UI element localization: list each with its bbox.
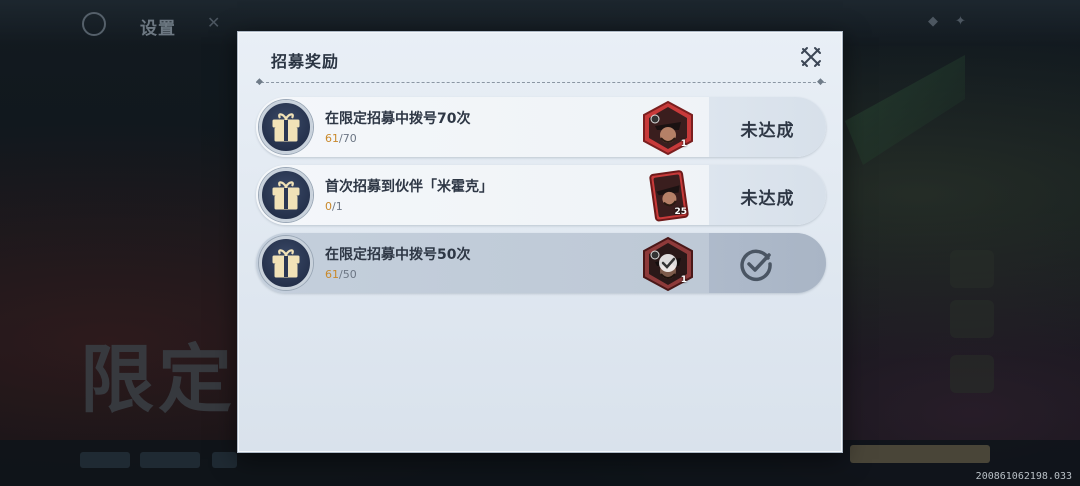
gift-box-icon [259,236,313,290]
reward-count: 1 [680,139,687,149]
background-banner-text: 限定 [80,337,236,423]
task-title: 首次招募到伙伴「米霍克」 [325,179,493,195]
claim-status-button[interactable]: 未达成 [709,165,826,225]
reward-item[interactable]: 1 [641,100,695,156]
task-row: 首次招募到伙伴「米霍克」 0/1 25 未达成 [256,165,826,225]
background-bottom-item [212,452,237,468]
task-progress: 0/1 [325,200,343,213]
background-side-button [950,355,994,393]
version-text: 200861062198.033 [975,471,1072,482]
crossed-swords-icon [801,47,821,67]
task-row: 在限定招募中拨号50次 61/50 1 [256,233,826,293]
progress-current: 61 [325,132,339,145]
background-bottom-item [80,452,130,468]
reward-item[interactable]: 1 [641,236,695,292]
gift-box-icon [259,100,313,154]
task-row: 在限定招募中拨号70次 61/70 1 未达成 [256,97,826,157]
task-title: 在限定招募中拨号70次 [325,111,471,127]
task-title: 在限定招募中拨号50次 [325,247,471,263]
progress-total: /70 [339,132,357,145]
title-divider: ◆ ◆ [256,78,826,88]
reward-count: 25 [674,207,687,217]
reward-count: 1 [680,275,687,285]
dialog-title: 招募奖励 [271,52,340,71]
recruit-reward-dialog: 招募奖励 ◆ ◆ 在限定招募中拨号70次 61/70 1 未达成 首次招募到伙伴… [237,31,843,453]
divider-ornament-icon: ◆ [256,77,263,87]
background-back-icon [82,12,106,36]
background-resource-icon: ✦ [955,14,966,29]
status-label: 未达成 [740,121,795,141]
background-resource-icon: ◆ [928,14,938,29]
divider-ornament-icon: ◆ [817,77,824,87]
background-side-button [950,300,994,338]
claim-status-button[interactable]: 未达成 [709,97,826,157]
background-close-icon: ✕ [207,13,221,32]
close-button[interactable] [799,45,823,69]
gift-box-icon [259,168,313,222]
reward-item[interactable]: 25 [641,168,695,224]
progress-total: /50 [339,268,357,281]
claimed-status [709,233,826,293]
progress-current: 0 [325,200,332,213]
background-title: 设置 [140,19,176,39]
background-gold-button [850,445,990,463]
progress-current: 61 [325,268,339,281]
background-bottom-item [140,452,200,468]
checkmark-circle-icon [738,246,774,286]
task-progress: 61/50 [325,268,357,281]
status-label: 未达成 [740,189,795,209]
task-progress: 61/70 [325,132,357,145]
progress-total: /1 [332,200,343,213]
background-side-button [950,250,994,288]
